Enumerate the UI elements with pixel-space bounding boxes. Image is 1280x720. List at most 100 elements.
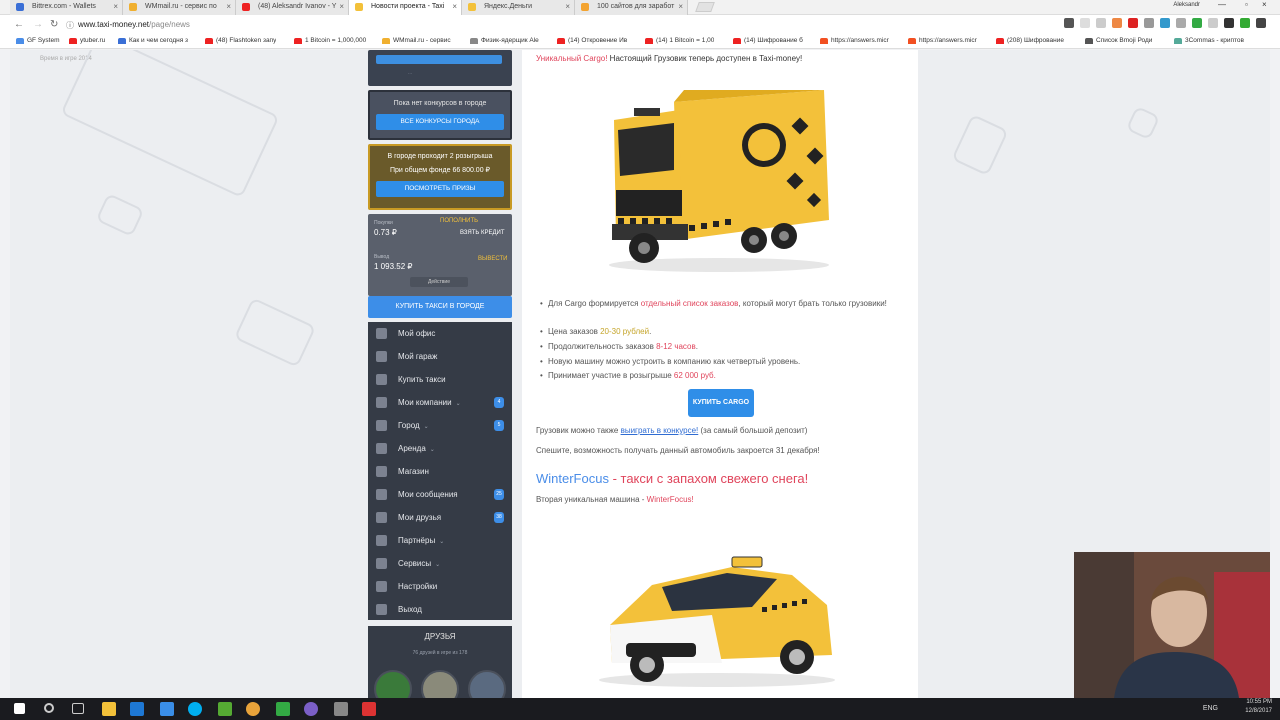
extension-icon[interactable] — [1224, 18, 1234, 28]
extension-icon[interactable] — [1144, 18, 1154, 28]
bookmark-item[interactable]: 1 Bitcoin = 1,000,000 — [294, 37, 366, 44]
bookmark-favicon-icon — [69, 38, 77, 44]
reload-icon[interactable]: ↻ — [50, 19, 58, 30]
extension-icon[interactable] — [1240, 18, 1250, 28]
browser-tab[interactable]: Яндекс.Деньги × — [462, 0, 575, 15]
menu-item[interactable]: Выход — [368, 598, 512, 621]
menu-item[interactable]: Мои компании ⌄ 4 — [368, 391, 512, 414]
buy-taxi-city-button[interactable]: КУПИТЬ ТАКСИ В ГОРОДЕ — [368, 296, 512, 318]
view-prizes-button[interactable]: ПОСМОТРЕТЬ ПРИЗЫ — [376, 181, 504, 197]
menu-item[interactable]: Мой офис — [368, 322, 512, 345]
clock[interactable]: 10:55 PM 12/8/2017 — [1245, 698, 1272, 716]
edge-icon[interactable] — [160, 702, 174, 716]
menu-item[interactable]: Город ⌄ 5 — [368, 414, 512, 437]
browser-tab[interactable]: Новости проекта - Taxi × — [349, 0, 462, 15]
buy-cargo-button[interactable]: КУПИТЬ CARGO — [688, 389, 754, 417]
close-icon[interactable]: × — [113, 0, 118, 14]
intro-text: Уникальный Cargo! Настоящий Грузовик теп… — [536, 54, 802, 63]
app-icon[interactable] — [218, 702, 232, 716]
back-icon[interactable]: ← — [14, 19, 24, 30]
bookmark-label: (14) Откровение Ив — [568, 37, 628, 44]
new-tab-button[interactable] — [695, 2, 715, 12]
close-window-icon[interactable]: × — [1262, 0, 1267, 9]
menu-item[interactable]: Настройки — [368, 575, 512, 598]
bookmark-item[interactable]: https://answers.micr — [908, 37, 977, 44]
bookmark-item[interactable]: 3Commas - криптов — [1174, 37, 1244, 44]
bookmark-item[interactable]: Физик-ядерщик Ale — [470, 37, 539, 44]
task-view-icon[interactable] — [72, 703, 84, 714]
key-icon[interactable] — [1064, 18, 1074, 28]
bookmark-item[interactable]: (14) 1 Bitcoin = 1,00 — [645, 37, 714, 44]
app-icon[interactable] — [276, 702, 290, 716]
browser-tab[interactable]: (48) Aleksandr Ivanov - Y × — [236, 0, 349, 15]
bookmark-item[interactable]: GF System — [16, 37, 60, 44]
extension-icon[interactable] — [1096, 18, 1106, 28]
extension-icon[interactable] — [1128, 18, 1138, 28]
tools-icon — [376, 558, 387, 569]
extension-icon[interactable] — [1176, 18, 1186, 28]
app-icon[interactable] — [362, 702, 376, 716]
menu-item[interactable]: Мои сообщения 25 — [368, 483, 512, 506]
close-icon[interactable]: × — [452, 0, 457, 14]
menu-item[interactable]: Мой гараж — [368, 345, 512, 368]
app-icon[interactable] — [334, 702, 348, 716]
extension-icon[interactable] — [1112, 18, 1122, 28]
close-icon[interactable]: × — [678, 0, 683, 14]
globe-icon — [376, 420, 387, 431]
menu-icon[interactable] — [1256, 18, 1266, 28]
browser-tab[interactable]: Bittrex.com - Wallets × — [10, 0, 123, 15]
bookmark-item[interactable]: Список Bmoji Роди — [1085, 37, 1152, 44]
menu-item[interactable]: Купить такси — [368, 368, 512, 391]
bookmark-item[interactable]: (48) Flashtoken запу — [205, 37, 276, 44]
chevron-down-icon: ⌄ — [455, 401, 461, 407]
close-icon[interactable]: × — [339, 0, 344, 14]
extension-icon[interactable] — [1192, 18, 1202, 28]
viber-icon[interactable] — [304, 702, 318, 716]
extension-icons — [1064, 18, 1266, 28]
win-contest-link[interactable]: выиграть в конкурсе! — [621, 426, 699, 435]
menu-item[interactable]: Мои друзья 38 — [368, 506, 512, 529]
feature-bullet: • Цена заказов 20-30 рублей. — [540, 327, 652, 336]
bookmark-favicon-icon — [645, 38, 653, 44]
skype-icon[interactable] — [188, 702, 202, 716]
close-icon[interactable]: × — [565, 0, 570, 14]
bookmark-favicon-icon — [1174, 38, 1182, 44]
menu-item[interactable]: Сервисы ⌄ — [368, 552, 512, 575]
browser-tab[interactable]: WMmail.ru - сервис по × — [123, 0, 236, 15]
info-icon[interactable]: ⓘ — [66, 20, 74, 31]
bookmark-item[interactable]: ytuber.ru — [69, 37, 105, 44]
language-indicator[interactable]: ENG — [1203, 705, 1218, 712]
menu-item[interactable]: Партнёры ⌄ — [368, 529, 512, 552]
chrome-icon[interactable] — [246, 702, 260, 716]
top-up-link[interactable]: ПОПОЛНИТЬ — [440, 218, 478, 224]
menu-item[interactable]: Магазин — [368, 460, 512, 483]
store-icon[interactable] — [130, 702, 144, 716]
extension-icon[interactable] — [1208, 18, 1218, 28]
file-explorer-icon[interactable] — [102, 702, 116, 716]
browser-tab[interactable]: 100 сайтов для заработ × — [575, 0, 688, 15]
minimize-icon[interactable]: — — [1218, 0, 1226, 9]
bookmark-item[interactable]: WMmail.ru - сервис — [382, 37, 451, 44]
action-select[interactable]: Действие — [410, 277, 468, 287]
all-contests-button[interactable]: ВСЕ КОНКУРСЫ ГОРОДА — [376, 114, 504, 130]
bookmark-item[interactable]: (208) Шифрование — [996, 37, 1064, 44]
tab-label: Яндекс.Деньги — [484, 3, 533, 10]
take-credit-link[interactable]: ВЗЯТЬ КРЕДИТ — [460, 230, 505, 236]
search-icon[interactable] — [44, 703, 54, 713]
bookmark-favicon-icon — [16, 38, 24, 44]
count-badge: 5 — [494, 420, 504, 431]
withdraw-link[interactable]: ВЫВЕСТИ — [478, 256, 507, 262]
menu-item[interactable]: Аренда ⌄ — [368, 437, 512, 460]
extension-icon[interactable] — [1160, 18, 1170, 28]
windows-start-icon[interactable] — [14, 703, 25, 714]
bookmark-item[interactable]: (14) Шифрование б — [733, 37, 803, 44]
close-icon[interactable]: × — [226, 0, 231, 14]
bookmark-item[interactable]: https://answers.micr — [820, 37, 889, 44]
bookmark-item[interactable]: Как и чем сегодня з — [118, 37, 188, 44]
url-field[interactable]: www.taxi-money.net/page/news — [78, 20, 190, 29]
star-icon[interactable] — [1080, 18, 1090, 28]
forward-icon[interactable]: → — [33, 19, 43, 30]
maximize-icon[interactable]: ▫ — [1245, 0, 1248, 9]
profile-name[interactable]: Aleksandr — [1173, 2, 1200, 8]
bookmark-item[interactable]: (14) Откровение Ив — [557, 37, 627, 44]
